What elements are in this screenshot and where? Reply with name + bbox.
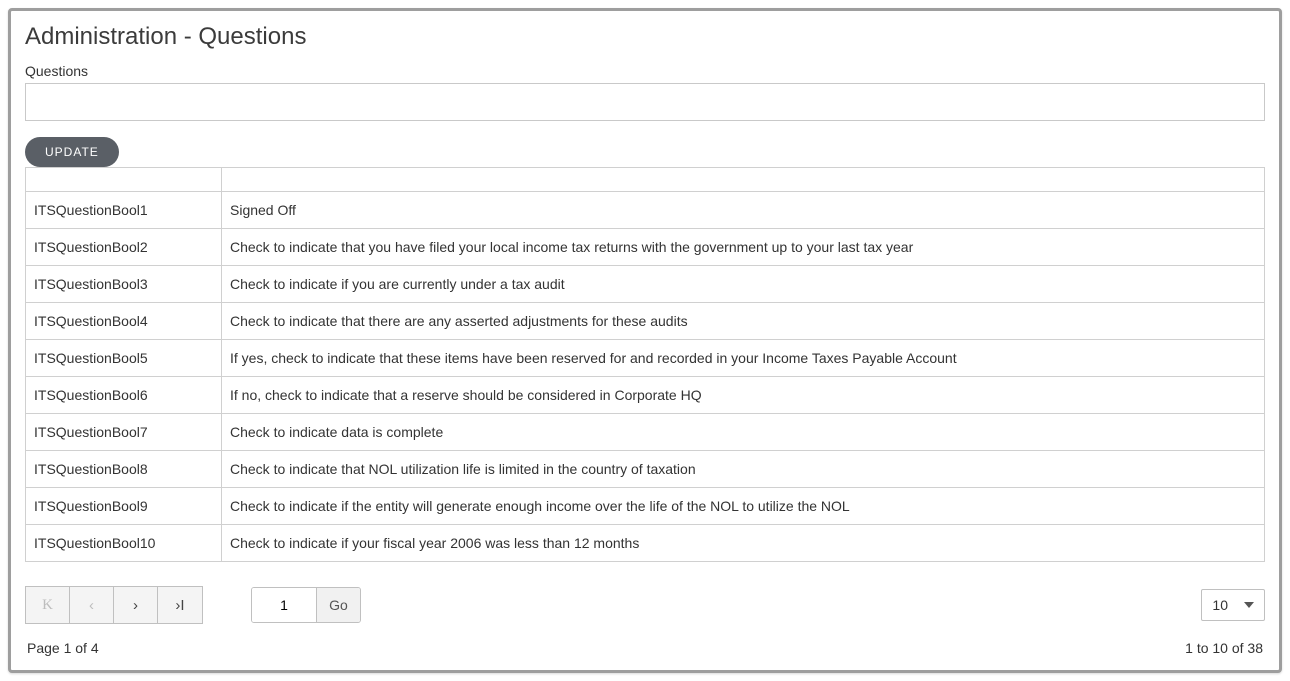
pager-first-button[interactable]: K [26, 587, 70, 623]
cell-desc: Check to indicate if the entity will gen… [222, 488, 1265, 525]
table-row[interactable]: ITSQuestionBool7Check to indicate data i… [26, 414, 1265, 451]
chevron-left-icon: ‹ [89, 597, 94, 614]
cell-desc: If yes, check to indicate that these ite… [222, 340, 1265, 377]
cell-desc: Check to indicate if you are currently u… [222, 266, 1265, 303]
cell-id: ITSQuestionBool1 [26, 192, 222, 229]
table-row[interactable]: ITSQuestionBool5If yes, check to indicat… [26, 340, 1265, 377]
pager-status-row: Page 1 of 4 1 to 10 of 38 [25, 640, 1265, 656]
questions-table: ITSQuestionBool1Signed OffITSQuestionBoo… [25, 167, 1265, 562]
table-row[interactable]: ITSQuestionBool3Check to indicate if you… [26, 266, 1265, 303]
cell-id: ITSQuestionBool4 [26, 303, 222, 340]
table-row[interactable]: ITSQuestionBool9Check to indicate if the… [26, 488, 1265, 525]
table-row[interactable]: ITSQuestionBool10Check to indicate if yo… [26, 525, 1265, 562]
cell-id: ITSQuestionBool2 [26, 229, 222, 266]
range-status: 1 to 10 of 38 [1185, 640, 1263, 656]
update-button[interactable]: UPDATE [25, 137, 119, 167]
chevron-right-icon: › [133, 597, 138, 614]
cell-id: ITSQuestionBool9 [26, 488, 222, 525]
cell-id: ITSQuestionBool7 [26, 414, 222, 451]
pager-page-input[interactable] [252, 588, 316, 622]
page-title: Administration - Questions [25, 23, 1265, 51]
table-row[interactable]: ITSQuestionBool2Check to indicate that y… [26, 229, 1265, 266]
chevron-down-icon [1244, 602, 1254, 608]
cell-desc: Signed Off [222, 192, 1265, 229]
cell-id: ITSQuestionBool8 [26, 451, 222, 488]
cell-desc: Check to indicate that NOL utilization l… [222, 451, 1265, 488]
pager-go-group: Go [251, 587, 361, 623]
table-row[interactable]: ITSQuestionBool4Check to indicate that t… [26, 303, 1265, 340]
questions-input[interactable] [25, 83, 1265, 121]
admin-questions-panel: Administration - Questions Questions UPD… [8, 8, 1282, 673]
pager-left: K ‹ › ›I Go [25, 586, 361, 624]
table-header-row [26, 168, 1265, 192]
pager-next-button[interactable]: › [114, 587, 158, 623]
pager-go-button[interactable]: Go [316, 588, 360, 622]
col-header-desc[interactable] [222, 168, 1265, 192]
cell-desc: Check to indicate if your fiscal year 20… [222, 525, 1265, 562]
table-row[interactable]: ITSQuestionBool8Check to indicate that N… [26, 451, 1265, 488]
table-row[interactable]: ITSQuestionBool6If no, check to indicate… [26, 377, 1265, 414]
cell-desc: Check to indicate data is complete [222, 414, 1265, 451]
table-row[interactable]: ITSQuestionBool1Signed Off [26, 192, 1265, 229]
cell-desc: Check to indicate that there are any ass… [222, 303, 1265, 340]
cell-id: ITSQuestionBool6 [26, 377, 222, 414]
questions-label: Questions [25, 63, 1265, 79]
page-status: Page 1 of 4 [27, 640, 99, 656]
pager-row: K ‹ › ›I Go 10 [25, 586, 1265, 624]
cell-id: ITSQuestionBool5 [26, 340, 222, 377]
col-header-id[interactable] [26, 168, 222, 192]
cell-id: ITSQuestionBool3 [26, 266, 222, 303]
cell-desc: If no, check to indicate that a reserve … [222, 377, 1265, 414]
last-page-icon: ›I [175, 597, 184, 614]
cell-id: ITSQuestionBool10 [26, 525, 222, 562]
pager-prev-button[interactable]: ‹ [70, 587, 114, 623]
page-size-value: 10 [1212, 597, 1228, 613]
page-size-select[interactable]: 10 [1201, 589, 1265, 621]
cell-desc: Check to indicate that you have filed yo… [222, 229, 1265, 266]
pager-nav-group: K ‹ › ›I [25, 586, 203, 624]
first-page-icon: K [42, 597, 53, 614]
pager-last-button[interactable]: ›I [158, 587, 202, 623]
